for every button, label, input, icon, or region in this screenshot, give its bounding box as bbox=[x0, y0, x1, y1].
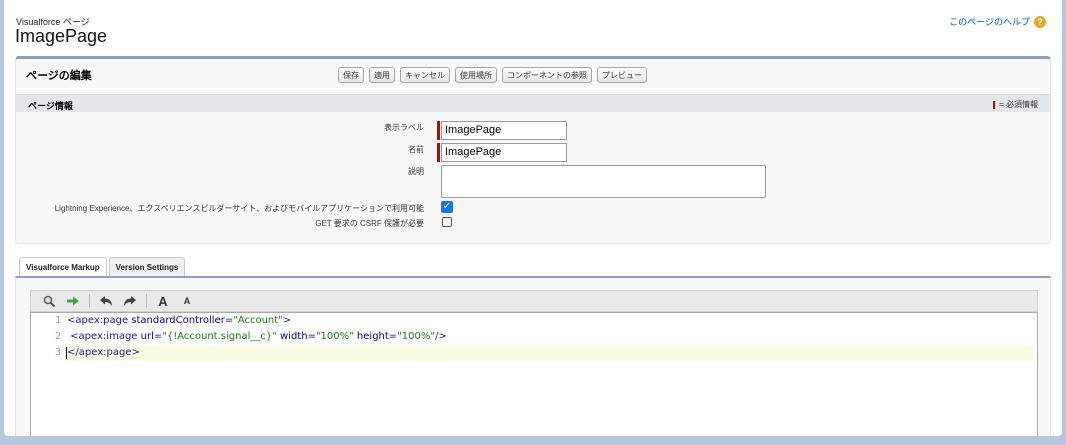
search-icon[interactable] bbox=[41, 293, 57, 309]
font-smaller-icon[interactable]: A bbox=[179, 293, 195, 309]
code-token: </apex:page> bbox=[67, 347, 140, 358]
edit-section-title: ページの編集 bbox=[26, 70, 92, 82]
line-number: 1 bbox=[54, 315, 61, 326]
required-mark bbox=[437, 143, 440, 162]
label-input[interactable]: ImagePage bbox=[441, 121, 567, 140]
code-token: "{!Account.signal__c}" bbox=[162, 331, 277, 342]
cancel-button[interactable]: キャンセル bbox=[400, 67, 450, 83]
help-icon[interactable]: ? bbox=[1034, 15, 1046, 28]
code-token: "Account" bbox=[233, 315, 283, 326]
go-arrow-icon[interactable] bbox=[65, 293, 81, 309]
page-info-header: ページ情報 = 必須情報 bbox=[16, 94, 1050, 112]
code-token: "100%" bbox=[315, 331, 354, 342]
page-title: ImagePage bbox=[15, 26, 108, 46]
page-edit-block: ページの編集 保存 適用 キャンセル 使用場所 コンポーネントの参照 プレビュー… bbox=[15, 56, 1051, 244]
component-reference-button[interactable]: コンポーネントの参照 bbox=[502, 67, 592, 83]
page-info-title: ページ情報 bbox=[28, 101, 73, 111]
lightning-available-label: Lightning Experience、エクスペリエンスビルダーサイト、および… bbox=[54, 204, 424, 213]
code-line-3: </apex:page> bbox=[67, 347, 140, 358]
code-token: url= bbox=[137, 331, 163, 342]
required-marker-icon bbox=[993, 100, 996, 109]
required-legend-text: = 必須情報 bbox=[999, 100, 1038, 109]
csrf-protection-label: GET 要求の CSRF 保護が必要 bbox=[315, 219, 424, 228]
required-mark bbox=[437, 121, 440, 140]
markup-editor: A A 1 2 3 <apex:page standardController=… bbox=[15, 276, 1051, 436]
text-cursor bbox=[66, 347, 67, 359]
visualforce-page-editor: Visualforce ページ ImagePage このページのヘルプ ? ペー… bbox=[4, 0, 1062, 436]
required-legend: = 必須情報 bbox=[993, 99, 1038, 110]
code-line-1: <apex:page standardController="Account"> bbox=[67, 315, 291, 326]
line-number-gutter: 1 2 3 bbox=[31, 313, 65, 436]
toolbar-divider bbox=[89, 294, 90, 308]
font-larger-icon[interactable]: A bbox=[155, 293, 171, 309]
name-field-label: 名前 bbox=[408, 145, 424, 154]
apply-button[interactable]: 適用 bbox=[369, 67, 395, 83]
save-button[interactable]: 保存 bbox=[338, 67, 364, 83]
editor-toolbar: A A bbox=[30, 290, 1038, 312]
code-token: "100%" bbox=[397, 331, 435, 342]
code-token: <apex:page bbox=[67, 315, 129, 326]
redo-icon[interactable] bbox=[122, 293, 138, 309]
preview-button[interactable]: プレビュー bbox=[597, 67, 647, 83]
lightning-available-checkbox[interactable]: ✓ bbox=[441, 201, 453, 213]
button-row: 保存 適用 キャンセル 使用場所 コンポーネントの参照 プレビュー bbox=[338, 67, 647, 83]
line-number: 2 bbox=[54, 331, 61, 342]
editor-tabs: Visualforce Markup Version Settings bbox=[19, 257, 186, 277]
code-token: <apex:image bbox=[67, 331, 138, 342]
line-number: 3 bbox=[54, 347, 61, 358]
tab-visualforce-markup[interactable]: Visualforce Markup bbox=[19, 257, 107, 277]
code-token: /> bbox=[434, 331, 447, 342]
help-link-label[interactable]: このページのヘルプ bbox=[949, 15, 1030, 28]
code-token: height= bbox=[353, 331, 398, 342]
name-input[interactable]: ImagePage bbox=[441, 143, 567, 162]
description-field-label: 説明 bbox=[408, 167, 424, 176]
tab-version-settings[interactable]: Version Settings bbox=[108, 257, 186, 276]
code-token: width= bbox=[276, 331, 316, 342]
undo-icon[interactable] bbox=[98, 293, 114, 309]
help-link[interactable]: このページのヘルプ ? bbox=[949, 15, 1046, 28]
code-token: > bbox=[282, 315, 292, 326]
csrf-protection-checkbox[interactable] bbox=[442, 217, 452, 227]
code-token: standardController= bbox=[128, 315, 234, 326]
label-field-label: 表示ラベル bbox=[384, 123, 424, 132]
code-line-2: <apex:image url="{!Account.signal__c}" w… bbox=[67, 331, 447, 342]
where-used-button[interactable]: 使用場所 bbox=[455, 67, 497, 83]
description-textarea[interactable] bbox=[441, 165, 766, 198]
active-line-highlight bbox=[65, 346, 1033, 361]
code-editor[interactable]: 1 2 3 <apex:page standardController="Acc… bbox=[30, 312, 1038, 436]
toolbar-divider bbox=[146, 294, 147, 308]
